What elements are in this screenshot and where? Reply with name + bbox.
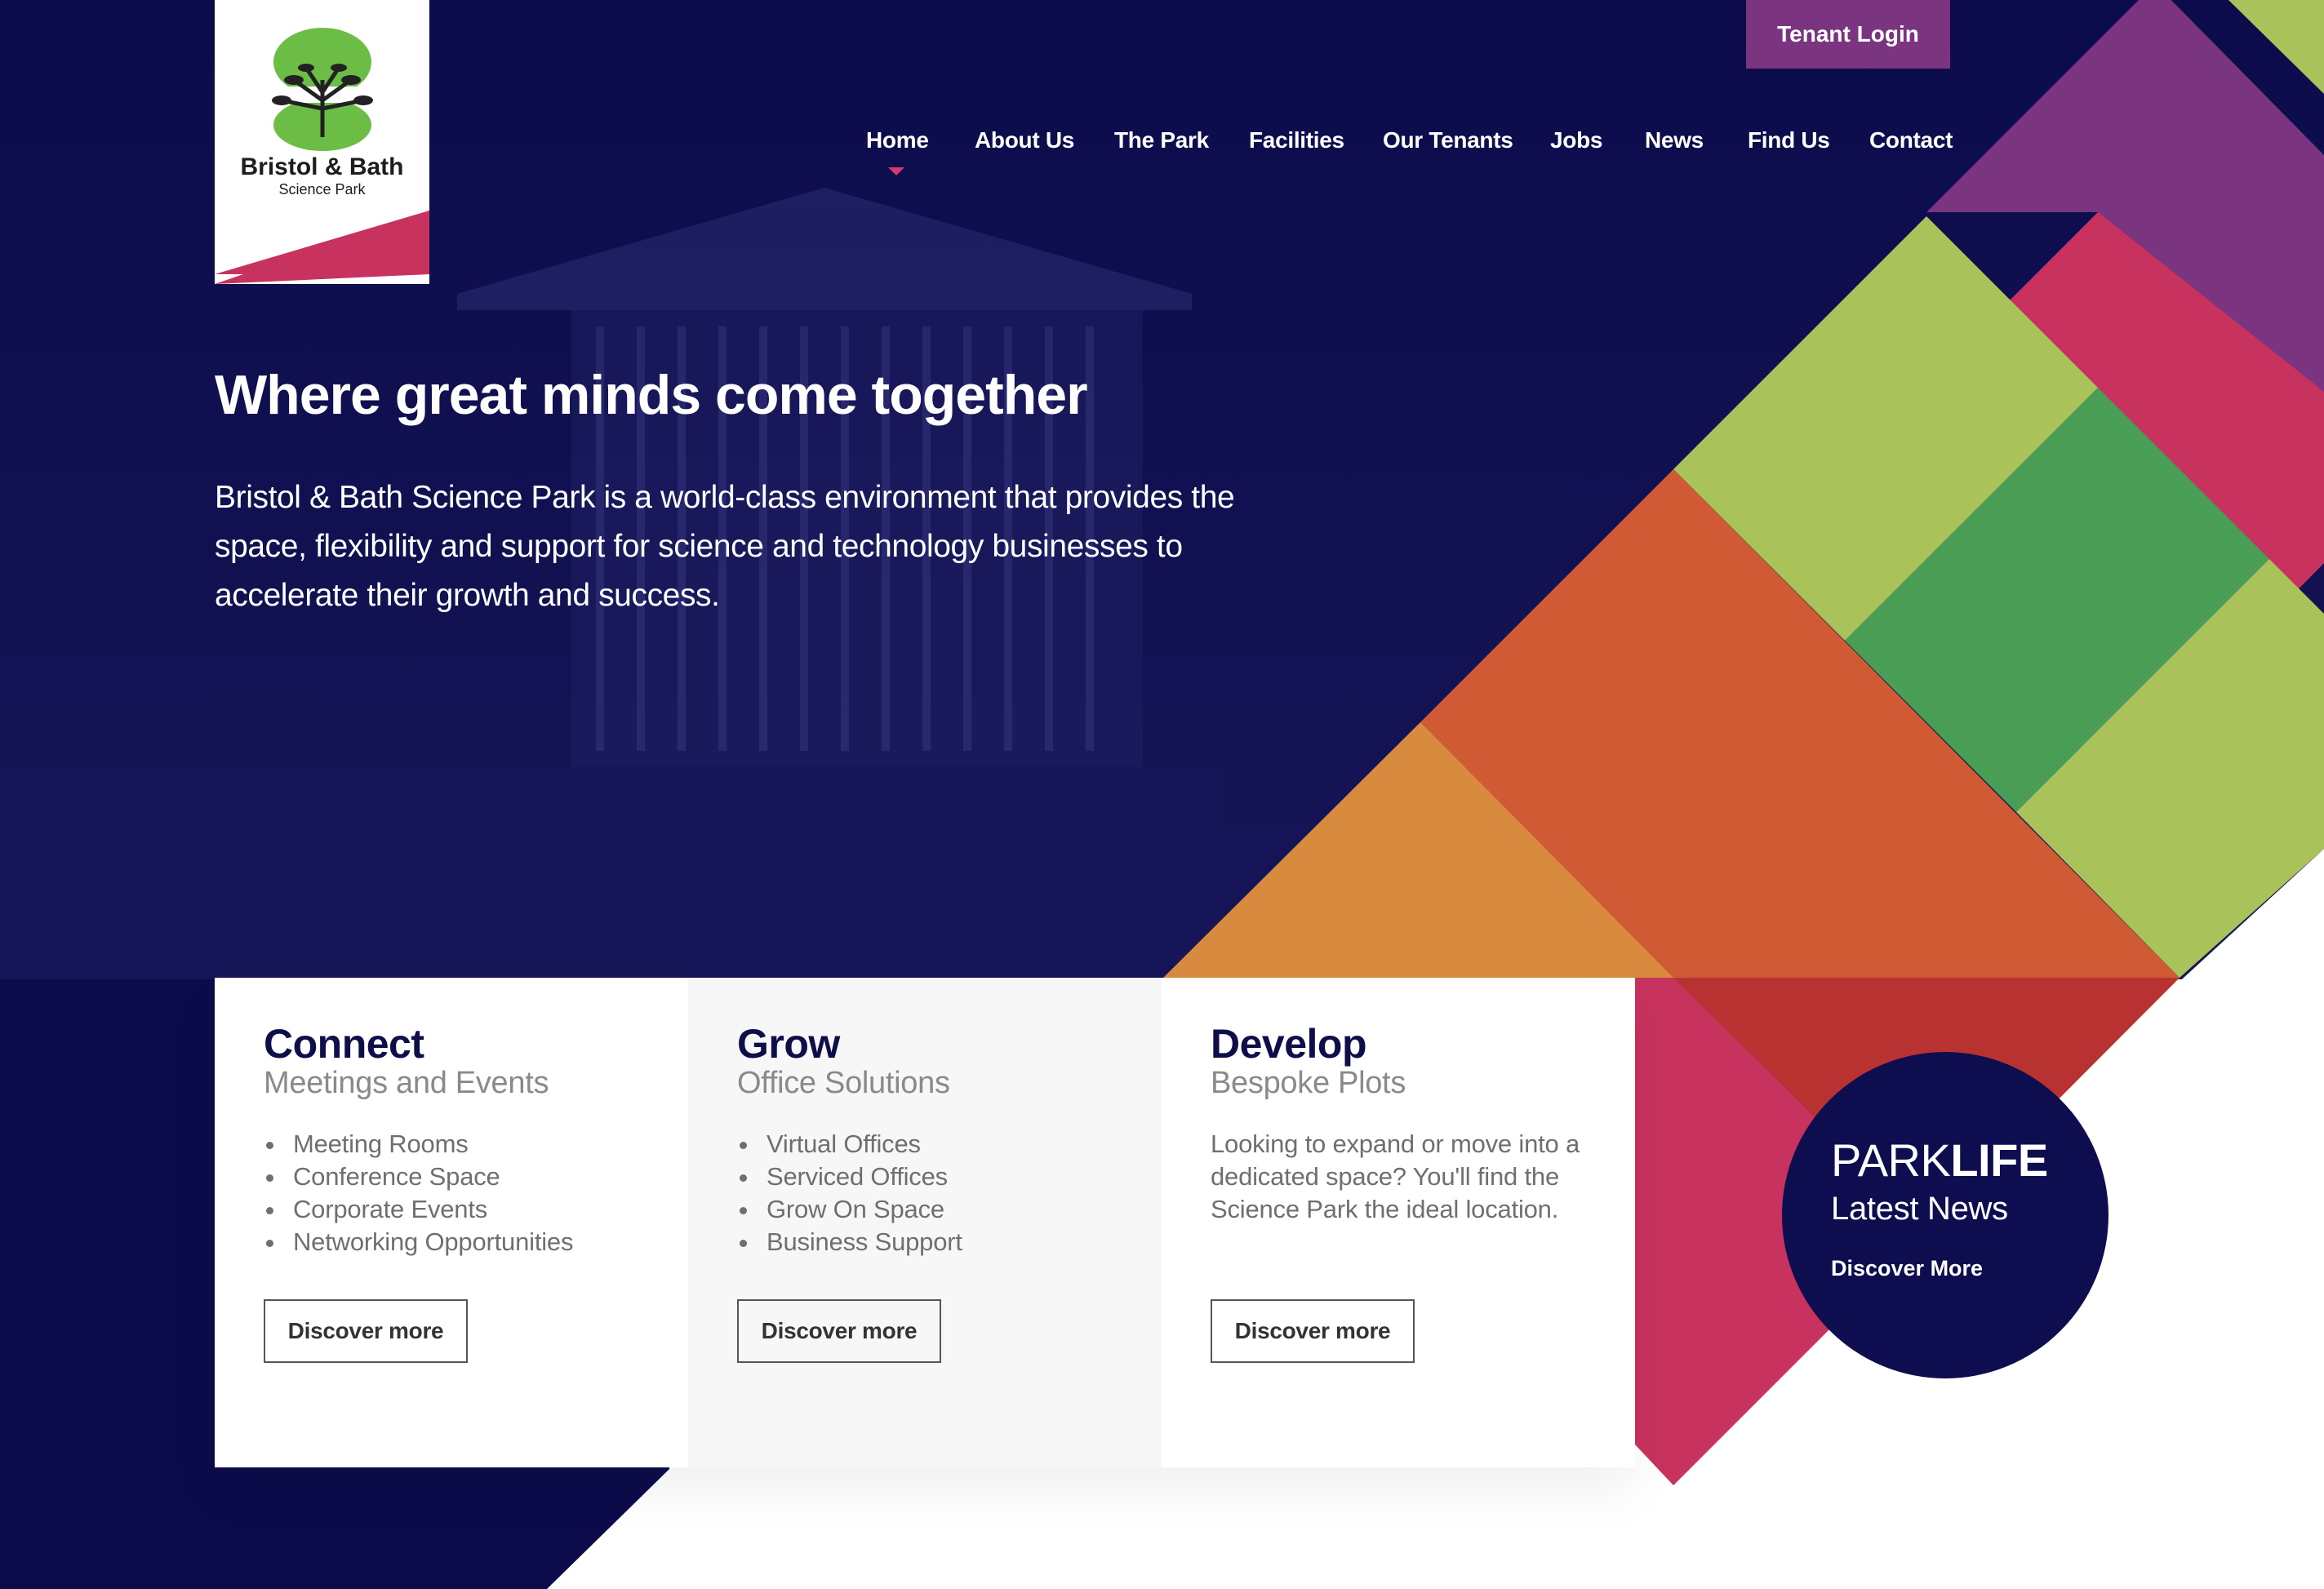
nav-item-contact[interactable]: Contact: [1869, 127, 1953, 153]
active-nav-indicator: [888, 167, 904, 175]
nav-item-about-us[interactable]: About Us: [975, 127, 1074, 153]
card-connect: Connect Meetings and Events Meeting Room…: [215, 978, 688, 1467]
parklife-subtitle: Latest News: [1831, 1191, 2008, 1227]
card-subtitle: Bespoke Plots: [1211, 1066, 1406, 1100]
parklife-discover-more-link[interactable]: Discover More: [1831, 1256, 1983, 1281]
card-develop: Develop Bespoke Plots Looking to expand …: [1162, 978, 1635, 1467]
list-item: Networking Opportunities: [264, 1226, 573, 1258]
card-subtitle: Meetings and Events: [264, 1066, 549, 1100]
list-item: Meeting Rooms: [264, 1128, 573, 1161]
card-list: Virtual Offices Serviced Offices Grow On…: [737, 1128, 962, 1258]
card-title: Develop: [1211, 1021, 1367, 1067]
list-item: Business Support: [737, 1226, 962, 1258]
list-item: Conference Space: [264, 1161, 573, 1193]
list-item: Grow On Space: [737, 1193, 962, 1226]
nav-item-facilities[interactable]: Facilities: [1249, 127, 1344, 153]
service-cards: Connect Meetings and Events Meeting Room…: [215, 978, 1635, 1467]
hero-title: Where great minds come together: [215, 364, 1088, 426]
page: Bristol & Bath Science Park Tenant Login…: [0, 0, 2324, 1589]
discover-more-button[interactable]: Discover more: [264, 1299, 468, 1363]
list-item: Serviced Offices: [737, 1161, 962, 1193]
nav-item-the-park[interactable]: The Park: [1114, 127, 1209, 153]
card-grow: Grow Office Solutions Virtual Offices Se…: [688, 978, 1162, 1467]
discover-more-button[interactable]: Discover more: [1211, 1299, 1415, 1363]
tenant-login-button[interactable]: Tenant Login: [1746, 0, 1950, 69]
logo-subtitle: Science Park: [278, 181, 366, 198]
nav-item-find-us[interactable]: Find Us: [1748, 127, 1830, 153]
card-title: Grow: [737, 1021, 840, 1067]
card-subtitle: Office Solutions: [737, 1066, 950, 1100]
nav-item-home[interactable]: Home: [866, 127, 929, 153]
nav-item-jobs[interactable]: Jobs: [1550, 127, 1602, 153]
parklife-news-circle[interactable]: PARKLIFE Latest News Discover More: [1782, 1052, 2108, 1378]
card-list: Meeting Rooms Conference Space Corporate…: [264, 1128, 573, 1258]
main-nav: Home About Us The Park Facilities Our Te…: [0, 127, 2324, 176]
parklife-title: PARKLIFE: [1831, 1134, 2048, 1187]
list-item: Corporate Events: [264, 1193, 573, 1226]
card-title: Connect: [264, 1021, 424, 1067]
parklife-title-light: PARK: [1831, 1134, 1951, 1186]
list-item: Virtual Offices: [737, 1128, 962, 1161]
nav-item-our-tenants[interactable]: Our Tenants: [1383, 127, 1513, 153]
nav-item-news[interactable]: News: [1645, 127, 1704, 153]
parklife-title-bold: LIFE: [1950, 1134, 2048, 1186]
discover-more-button[interactable]: Discover more: [737, 1299, 941, 1363]
card-text: Looking to expand or move into a dedicat…: [1211, 1130, 1580, 1223]
hero-text: Bristol & Bath Science Park is a world-c…: [215, 480, 1235, 613]
